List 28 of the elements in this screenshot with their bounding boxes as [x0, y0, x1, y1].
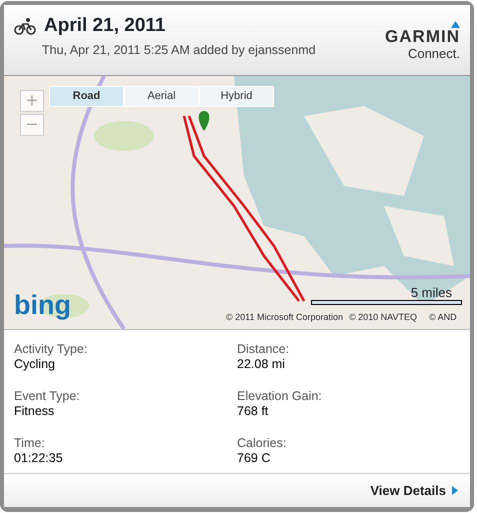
- map-provider-logo: bing: [14, 290, 71, 320]
- arrow-icon: [452, 486, 458, 495]
- map-type-tab[interactable]: Road: [49, 86, 124, 107]
- stat-label: Distance:: [237, 342, 290, 357]
- brand-product: Connect.: [408, 46, 460, 61]
- activity-subtitle: Thu, Apr 21, 2011 5:25 AM added by ejanssenmd: [42, 42, 316, 59]
- stat-value: 769 C: [237, 451, 272, 466]
- copyright-text: © 2010 NAVTEQ: [349, 311, 417, 324]
- copyright-text: © AND: [429, 311, 457, 324]
- stat-label: Event Type:: [14, 389, 81, 404]
- stat-value: Cycling: [14, 357, 56, 372]
- view-details-link[interactable]: View Details: [370, 480, 458, 500]
- scale-label: 5 miles: [410, 284, 452, 302]
- stat-value: 01:22:35: [14, 451, 64, 466]
- map-type-tab[interactable]: Hybrid: [199, 86, 274, 107]
- brand-logo: GARMIN: [385, 28, 460, 46]
- stat-label: Elevation Gain:: [237, 389, 323, 404]
- bicycle-icon: [14, 17, 36, 35]
- copyright-text: © 2011 Microsoft Corporation: [226, 311, 344, 324]
- stat-label: Calories:: [237, 436, 288, 451]
- triangle-icon: [451, 21, 460, 28]
- map-type-tab[interactable]: Aerial: [124, 86, 199, 107]
- stat-label: Time:: [14, 436, 46, 451]
- stat-value: Fitness: [14, 404, 56, 419]
- stat-value: 22.08 mi: [237, 357, 286, 372]
- stat-label: Activity Type:: [14, 342, 88, 357]
- stat-value: 768 ft: [237, 404, 270, 419]
- activity-title: April 21, 2011: [44, 15, 166, 37]
